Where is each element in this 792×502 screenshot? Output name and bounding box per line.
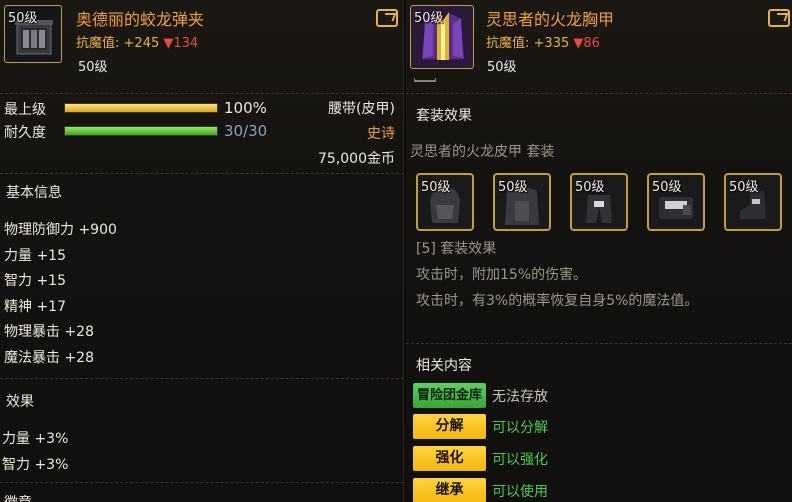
magic-resist-line: 抗魔值: +245 ▼134 [76,32,198,51]
effect-line: 力量 +3% [2,431,69,447]
rarity-label: 史诗 [367,126,395,142]
item-tooltip-left: 50级 奥德丽的蛟龙弹夹 抗魔值: +245 ▼134 50级 最上级 100%… [0,0,404,502]
tag-adventure-vault[interactable]: 冒险团金库 [413,383,486,408]
set-name: 灵思者的火龙皮甲 套装 [410,144,555,160]
divider [406,343,792,344]
effect-line: 智力 +3% [2,457,69,473]
set-effect-line: 攻击时，有3%的概率恢复自身5%的魔法值。 [416,293,699,309]
set-piece-slot[interactable]: 50级 [416,173,474,231]
divider [0,378,403,379]
section-title-related: 相关内容 [416,358,472,374]
durability-value: 30/30 [224,122,268,140]
tag-disassemble[interactable]: 分解 [413,414,486,439]
tag-inherit[interactable]: 继承 [413,478,486,502]
disassemble-status: 可以分解 [492,420,548,436]
set-piece-slot[interactable]: 50级 [647,173,705,231]
set-piece-slot[interactable]: 50级 [493,173,551,231]
magic-resist-line: 抗魔值: +335 ▼86 [486,32,600,51]
tag-enhance[interactable]: 强化 [413,446,486,471]
item-tooltip-right: 50级 灵思者的火龙胸甲 抗魔值: +335 ▼86 50级 套装效果 灵思者的… [406,0,792,502]
durability-bar [64,126,218,136]
set-effect-line: 攻击时，附加15%的伤害。 [416,267,588,283]
durability-label: 耐久度 [4,125,46,141]
max-level-bar-fill [65,104,217,112]
set-piece-level: 50级 [498,180,528,195]
magic-resist-minus: ▼86 [573,36,600,51]
stat-line: 物理防御力 +900 [4,222,117,238]
section-title-cut-off: 徽章 [4,492,32,502]
max-level-bar [64,103,218,113]
vault-status: 无法存放 [492,389,548,405]
item-level-requirement: 50级 [487,60,517,75]
set-effect-header: [5] 套装效果 [416,241,497,257]
share-icon[interactable] [376,9,398,27]
slot-type: 腰带(皮甲) [328,101,395,117]
magic-resist-minus: ▼134 [163,36,199,51]
item-icon-ammo-belt[interactable]: 50级 [4,5,62,63]
stat-line: 智力 +15 [4,273,66,289]
stat-line: 物理暴击 +28 [4,324,94,340]
set-piece-level: 50级 [421,180,451,195]
magic-resist-label: 抗魔值: [76,36,120,51]
item-name: 奥德丽的蛟龙弹夹 [76,10,205,29]
set-piece-slot[interactable]: 50级 [570,173,628,231]
magic-resist-plus: +245 [123,36,160,51]
durability-bar-fill [65,127,217,135]
section-title-set-effect: 套装效果 [416,108,472,124]
magic-resist-label: 抗魔值: [486,36,530,51]
enhance-status: 可以强化 [492,452,548,468]
share-icon[interactable] [768,9,790,27]
stat-line: 精神 +17 [4,299,66,315]
inherit-status: 可以使用 [492,484,548,500]
divider [0,93,403,94]
divider [406,93,792,94]
max-level-label: 最上级 [4,102,46,118]
section-title-basic-info: 基本信息 [6,185,62,201]
set-piece-level: 50级 [575,180,605,195]
item-icon-chest-armor[interactable]: 50级 [410,5,474,69]
divider [0,482,403,483]
item-level-requirement: 50级 [78,60,108,75]
stat-line: 力量 +15 [4,248,66,264]
stat-line: 魔法暴击 +28 [4,350,94,366]
set-piece-slot[interactable]: 50级 [724,173,782,231]
section-title-effects: 效果 [6,394,34,410]
set-piece-level: 50级 [652,180,682,195]
set-piece-level: 50级 [729,180,759,195]
item-level-badge: 50级 [414,11,444,26]
divider [0,173,403,174]
item-level-badge: 50级 [8,11,38,26]
max-level-value: 100% [224,99,267,117]
sell-price: 75,000金币 [318,151,395,167]
item-name: 灵思者的火龙胸甲 [486,10,615,29]
scroll-marker [414,78,436,82]
magic-resist-plus: +335 [533,36,570,51]
